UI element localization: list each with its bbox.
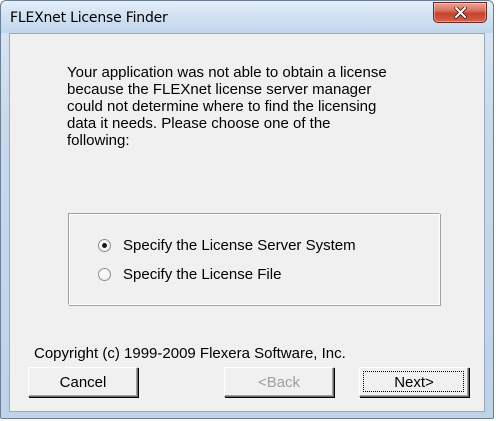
info-message: Your application was not able to obtain … [67, 64, 467, 149]
option-license-file[interactable]: Specify the License File [98, 266, 281, 283]
license-option-group: Specify the License Server System Specif… [68, 213, 440, 305]
radio-selected-dot [102, 243, 107, 248]
title-bar[interactable]: FLEXnet License Finder [1, 1, 493, 33]
message-line: Your application was not able to obtain … [67, 64, 387, 81]
message-line: data it needs. Please choose one of the [67, 115, 331, 132]
dialog-window: FLEXnet License Finder Your application … [0, 0, 494, 419]
message-line: following: [67, 132, 130, 149]
cancel-button[interactable]: Cancel [28, 367, 138, 397]
message-line: because the FLEXnet license server manag… [67, 81, 372, 98]
focus-rectangle [363, 371, 464, 392]
dialog-body: Your application was not able to obtain … [9, 33, 485, 412]
back-button[interactable]: <Back [224, 367, 334, 397]
radio-button-selected[interactable] [98, 239, 111, 252]
next-button[interactable]: Next> [359, 367, 469, 397]
close-icon [454, 7, 467, 19]
close-button[interactable] [433, 2, 487, 23]
window-title: FLEXnet License Finder [10, 10, 168, 26]
option-label[interactable]: Specify the License File [123, 266, 281, 283]
option-label[interactable]: Specify the License Server System [123, 237, 356, 254]
message-line: could not determine where to find the li… [67, 98, 377, 115]
radio-button[interactable] [98, 268, 111, 281]
copyright-text: Copyright (c) 1999-2009 Flexera Software… [34, 345, 346, 362]
option-license-server-system[interactable]: Specify the License Server System [98, 237, 356, 254]
